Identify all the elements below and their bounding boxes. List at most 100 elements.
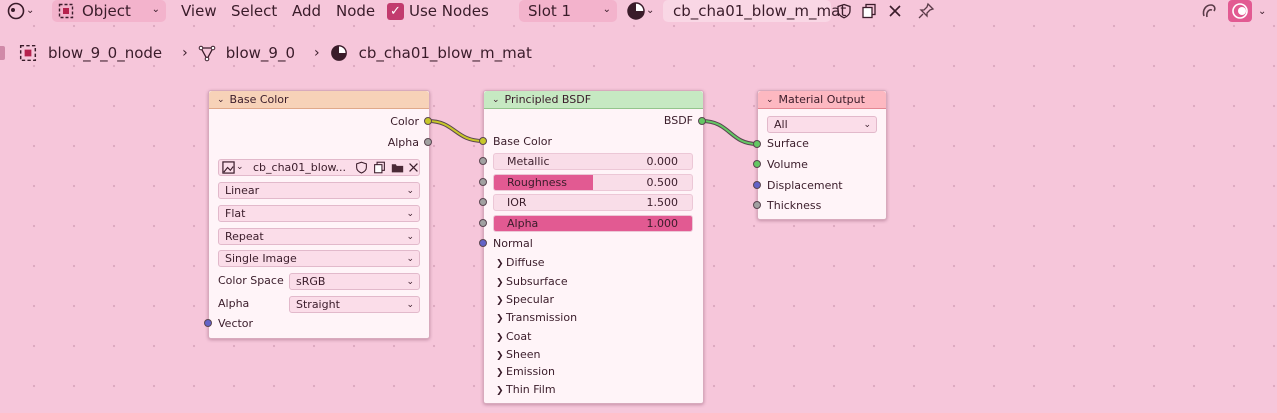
socket-metallic-in[interactable] [479, 157, 487, 165]
socket-normal-in[interactable] [479, 239, 487, 247]
panel-label: Specular [506, 293, 555, 306]
socket-thickness-in[interactable] [753, 201, 761, 209]
material-output-node[interactable]: ⌄ Material Output All ⌄ Surface Volume Di… [757, 90, 887, 220]
roughness-slider[interactable]: Roughness 0.500 [493, 174, 693, 191]
socket-displacement-in[interactable] [753, 181, 761, 189]
duplicate-material-button[interactable] [858, 0, 880, 22]
material-icon [627, 2, 645, 20]
menu-add[interactable]: Add [292, 1, 321, 21]
close-icon[interactable] [408, 162, 419, 173]
panel-specular[interactable]: ❯ Specular [496, 293, 554, 308]
slider-label: IOR [507, 196, 527, 209]
image-selector[interactable]: ⌄ cb_cha01_blow... [218, 159, 420, 176]
link-color-to-base-color [427, 119, 484, 143]
overlays-dropdown[interactable]: ⌄ [1258, 6, 1266, 18]
source-dropdown[interactable]: Single Image ⌄ [218, 250, 420, 267]
material-browse-button[interactable]: ⌄ [626, 0, 662, 22]
node-header[interactable]: ⌄ Principled BSDF [484, 91, 703, 109]
editor-type-button[interactable]: ⌄ [6, 0, 46, 22]
slot-dropdown[interactable]: Slot 1 ⌄ [519, 0, 617, 22]
mode-dropdown[interactable]: Object ⌄ [52, 0, 166, 22]
socket-color-out[interactable] [424, 117, 432, 125]
snap-toggle[interactable] [1197, 0, 1221, 22]
image-texture-node[interactable]: ⌄ Base Color Color Alpha ⌄ cb_cha01_blow… [208, 90, 430, 339]
socket-alpha-in[interactable] [479, 219, 487, 227]
collapse-toggle[interactable]: ⌄ [492, 95, 500, 105]
alpha-slider[interactable]: Alpha 1.000 [493, 215, 693, 232]
chevron-right-icon: ❯ [496, 333, 504, 343]
metallic-slider[interactable]: Metallic 0.000 [493, 153, 693, 170]
socket-volume-in[interactable] [753, 160, 761, 168]
overlays-toggle[interactable] [1228, 0, 1252, 22]
input-normal-label: Normal [493, 237, 533, 250]
panel-label: Coat [506, 330, 532, 343]
input-thickness-label: Thickness [767, 199, 822, 212]
interpolation-dropdown[interactable]: Linear ⌄ [218, 182, 420, 199]
object-icon [19, 44, 37, 62]
chevron-right-icon: ❯ [496, 386, 504, 396]
menu-node[interactable]: Node [336, 1, 375, 21]
use-nodes-label: Use Nodes [409, 2, 489, 20]
collapse-toggle[interactable]: ⌄ [766, 95, 774, 105]
socket-roughness-in[interactable] [479, 178, 487, 186]
extension-dropdown[interactable]: Repeat ⌄ [218, 228, 420, 245]
use-nodes-toggle[interactable]: ✓ Use Nodes [387, 0, 489, 22]
breadcrumb-separator: › [314, 45, 320, 61]
open-folder-icon[interactable] [391, 161, 404, 174]
color-space-value: sRGB [296, 275, 326, 288]
node-editor-icon [7, 2, 25, 20]
slider-label: Alpha [507, 217, 539, 230]
link-bsdf-to-surface [701, 120, 758, 145]
slider-label: Roughness [507, 176, 568, 189]
menu-view[interactable]: View [181, 1, 217, 21]
shield-icon[interactable] [355, 161, 368, 174]
target-dropdown[interactable]: All ⌄ [767, 116, 877, 133]
chevron-down-icon: ⌄ [646, 5, 655, 16]
panel-label: Subsurface [506, 275, 568, 288]
projection-value: Flat [225, 207, 246, 220]
fake-user-button[interactable] [833, 0, 855, 22]
mode-label: Object [82, 2, 131, 20]
menu-select[interactable]: Select [231, 1, 277, 21]
color-space-dropdown[interactable]: sRGB ⌄ [289, 273, 420, 290]
socket-base-color-in[interactable] [479, 137, 487, 145]
pin-button[interactable] [914, 0, 938, 22]
panel-sheen[interactable]: ❯ Sheen [496, 348, 540, 363]
chevron-down-icon: ⌄ [151, 4, 160, 15]
socket-surface-in[interactable] [753, 140, 761, 148]
socket-bsdf-out[interactable] [698, 117, 706, 125]
duplicate-icon[interactable] [373, 161, 386, 174]
ior-slider[interactable]: IOR 1.500 [493, 194, 693, 211]
node-header[interactable]: ⌄ Material Output [758, 91, 886, 109]
chevron-right-icon: ❯ [496, 368, 504, 378]
socket-ior-in[interactable] [479, 198, 487, 206]
panel-emission[interactable]: ❯ Emission [496, 365, 555, 380]
panel-label: Diffuse [506, 256, 545, 269]
breadcrumb-edge [0, 46, 5, 60]
unlink-material-button[interactable] [884, 0, 906, 22]
socket-alpha-out[interactable] [424, 138, 432, 146]
close-icon [889, 5, 901, 17]
chevron-down-icon: ⌄ [406, 186, 414, 196]
alpha-mode-dropdown[interactable]: Straight ⌄ [289, 296, 420, 313]
node-title: Base Color [229, 93, 289, 106]
panel-thin-film[interactable]: ❯ Thin Film [496, 383, 556, 398]
collapse-toggle[interactable]: ⌄ [217, 95, 225, 105]
node-title: Material Output [778, 93, 865, 106]
panel-diffuse[interactable]: ❯ Diffuse [496, 256, 545, 271]
material-name-field[interactable]: cb_cha01_blow_m_mat [663, 0, 846, 22]
socket-vector-in[interactable] [204, 319, 212, 327]
breadcrumb-mesh: blow_9_0 [225, 44, 295, 62]
projection-dropdown[interactable]: Flat ⌄ [218, 205, 420, 222]
breadcrumb-object: blow_9_0_node [48, 44, 163, 62]
input-displacement-label: Displacement [767, 179, 843, 192]
node-header[interactable]: ⌄ Base Color [209, 91, 429, 109]
panel-transmission[interactable]: ❯ Transmission [496, 311, 577, 326]
use-nodes-checkbox[interactable]: ✓ [387, 2, 404, 20]
material-name: cb_cha01_blow_m_mat [673, 2, 847, 20]
panel-label: Thin Film [506, 383, 556, 396]
shield-icon [837, 3, 851, 19]
principled-bsdf-node[interactable]: ⌄ Principled BSDF BSDF Base Color Metall… [483, 90, 704, 404]
panel-coat[interactable]: ❯ Coat [496, 330, 531, 345]
panel-subsurface[interactable]: ❯ Subsurface [496, 275, 568, 290]
